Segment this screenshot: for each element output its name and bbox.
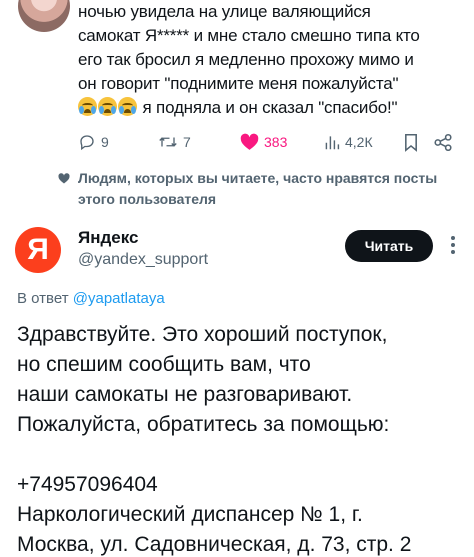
tweet-text: ночью увидела на улице валяющийся самока… — [78, 0, 468, 120]
reply-line: но спешим сообщить вам, что — [17, 353, 311, 376]
tweet-line: он говорит "поднимите меня пожалуйста" — [78, 74, 399, 93]
bookmark-icon — [405, 133, 417, 152]
reply-prefix: В ответ — [17, 290, 69, 307]
reply-context: В ответ @yapatlataya — [17, 290, 165, 307]
tweet-line: я подняла и он сказал "спасибо!" — [142, 98, 398, 117]
share-button[interactable] — [433, 131, 453, 153]
share-icon — [434, 133, 452, 151]
bookmark-button[interactable] — [403, 131, 419, 153]
tweet-line: его так бросил я медленно прохожу мимо и — [78, 50, 414, 69]
loudly-crying-face-icon — [98, 97, 117, 116]
phone-number[interactable]: +74957096404 — [17, 470, 467, 500]
original-tweet: ночью увидела на улице валяющийся самока… — [0, 0, 474, 160]
views-count: 4,2К — [345, 134, 373, 150]
loudly-crying-face-icon — [78, 97, 97, 116]
yandex-avatar[interactable]: Я — [15, 227, 61, 273]
reply-count: 9 — [101, 134, 109, 150]
recommendation-notice: Людям, которых вы читаете, часто нравятс… — [78, 170, 438, 207]
retweet-count: 7 — [183, 134, 191, 150]
heart-icon — [240, 133, 259, 150]
tweet-actions: 9 7 383 4,2К — [78, 131, 468, 153]
reply-icon — [80, 135, 94, 151]
reply-button[interactable]: 9 — [78, 131, 109, 153]
user-avatar[interactable] — [18, 0, 70, 32]
reply-text: Здравствуйте. Это хороший поступок, но с… — [17, 320, 467, 557]
heart-icon — [58, 173, 70, 184]
reply-line: наши самокаты не разговаривают. — [17, 383, 353, 406]
reply-line: Пожалуйста, обратитесь за помощью: — [17, 413, 390, 436]
views-button[interactable]: 4,2К — [324, 131, 373, 153]
reply-line: Здравствуйте. Это хороший поступок, — [17, 323, 388, 346]
like-count: 383 — [264, 134, 288, 150]
retweet-icon — [159, 137, 177, 147]
reply-line: Наркологический диспансер № 1, г. — [17, 503, 363, 526]
author-handle[interactable]: @yandex_support — [78, 251, 208, 269]
tweet-line: самокат Я***** и мне стало смешно типа к… — [78, 26, 420, 45]
loudly-crying-face-icon — [118, 97, 137, 116]
author-name[interactable]: Яндекс — [78, 228, 138, 248]
retweet-button[interactable]: 7 — [158, 131, 191, 153]
reply-to-link[interactable]: @yapatlataya — [73, 290, 165, 307]
like-button[interactable]: 383 — [240, 131, 287, 153]
tweet-line-with-emoji: я подняла и он сказал "спасибо!" — [78, 96, 468, 120]
tweet-line: ночью увидела на улице валяющийся — [78, 2, 371, 21]
reply-line: Москва, ул. Садовническая, д. 73, стр. 2 — [17, 533, 412, 556]
reply-line-empty — [17, 440, 467, 470]
follow-button[interactable]: Читать — [345, 230, 433, 262]
more-options-icon[interactable] — [451, 236, 455, 258]
views-icon — [325, 136, 340, 150]
